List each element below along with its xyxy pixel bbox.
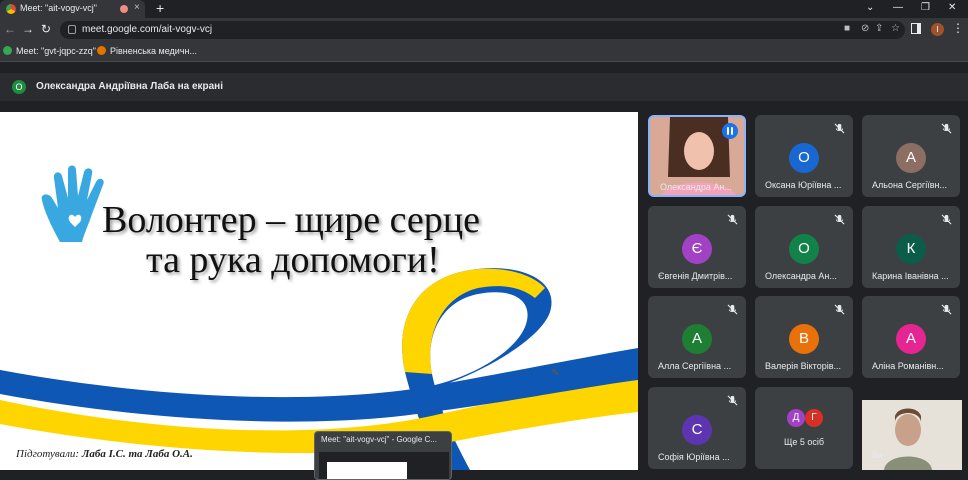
shared-screen-slide[interactable]: Волонтер – щире серце та рука допомоги! … (0, 112, 638, 470)
preview-thumbnail (319, 452, 449, 479)
preview-slide-thumbnail (327, 462, 407, 479)
participant-avatar: А (896, 143, 926, 173)
browser-toolbar: ← → ↻ meet.google.com/ait-vogv-vcj ■ ⊘ ⇪… (0, 18, 968, 42)
participant-name: Альона Сергіївн... (872, 180, 947, 190)
meet-favicon-icon (6, 4, 16, 14)
speaking-indicator-icon (722, 123, 738, 139)
participant-name: Софія Юріївна ... (658, 452, 730, 462)
camera-icon[interactable]: ■ (844, 23, 850, 34)
mic-off-icon (834, 214, 845, 225)
mic-off-icon (727, 395, 738, 406)
slide-title-line-2: та рука допомоги! (146, 239, 440, 281)
mouse-cursor-icon: ⬉ (551, 367, 560, 378)
url-text: meet.google.com/ait-vogv-vcj (82, 24, 213, 35)
participant-name: Олександра Ан... (660, 182, 732, 192)
tab-title: Meet: "ait-vogv-vcj" (20, 3, 97, 13)
participant-avatar: С (682, 415, 712, 445)
footer-label: Підготували: (16, 448, 80, 460)
participant-tile[interactable]: Олександра Ан... (648, 115, 746, 197)
participant-avatar: О (789, 143, 819, 173)
participant-tile[interactable]: О Олександра Ан... (755, 206, 853, 288)
minimize-button[interactable]: — (893, 2, 903, 13)
share-icon[interactable]: ⇪ (875, 23, 883, 34)
maximize-button[interactable]: ❐ (921, 2, 930, 13)
participant-tile[interactable]: А Альона Сергіївн... (862, 115, 960, 197)
lock-icon (68, 25, 76, 34)
new-tab-button[interactable]: + (156, 0, 164, 16)
participant-avatar: Г (805, 409, 823, 427)
tab-search-icon[interactable]: ⌄ (866, 2, 874, 13)
mic-off-icon (941, 304, 952, 315)
participant-avatar: Д (787, 409, 805, 427)
meet-window: О Олександра Андріївна Лаба на екрані Во… (0, 63, 968, 480)
bookmark-item[interactable]: Meet: "gvt-jqpc-zzq" (3, 46, 96, 56)
address-bar[interactable]: meet.google.com/ait-vogv-vcj ■ ⊘ ⇪ ☆ (60, 21, 905, 39)
self-label: Ви (872, 450, 884, 460)
forward-button[interactable]: → (22, 22, 34, 36)
back-button[interactable]: ← (4, 22, 16, 36)
mic-off-icon (941, 123, 952, 134)
more-participants-label: Ще 5 осіб (783, 437, 825, 447)
more-participants-tile[interactable]: Д Г Ще 5 осіб (755, 387, 853, 469)
mic-off-icon (727, 304, 738, 315)
browser-tab[interactable]: Meet: "ait-vogv-vcj" × (0, 0, 145, 18)
block-icon[interactable]: ⊘ (861, 23, 869, 34)
presenter-avatar: О (12, 80, 26, 94)
footer-names: Лаба І.С. та Лаба О.А. (81, 448, 193, 460)
participant-tile[interactable]: Є Євгенія Дмитрів... (648, 206, 746, 288)
bookmark-label: Рівненська медичн... (110, 46, 197, 56)
mic-off-icon (834, 123, 845, 134)
mic-off-icon (834, 304, 845, 315)
presenting-label: Олександра Андріївна Лаба на екрані (36, 81, 223, 92)
participant-avatar: В (789, 324, 819, 354)
participant-tile[interactable]: К Карина Іванівна ... (862, 206, 960, 288)
slide-title-line-1: Волонтер – щире серце (102, 199, 480, 241)
participant-name: Оксана Юріївна ... (765, 180, 842, 190)
side-panel-icon[interactable] (911, 23, 921, 34)
mic-off-icon (727, 214, 738, 225)
site-bookmark-icon (97, 46, 106, 55)
participant-name: Олександра Ан... (765, 271, 837, 281)
recording-indicator-icon (120, 5, 128, 13)
tab-strip: Meet: "ait-vogv-vcj" × + ⌄ — ❐ ✕ (0, 0, 968, 18)
self-view-tile[interactable]: Ви (862, 400, 962, 470)
slide-footer: Підготували: Лаба І.С. та Лаба О.А. (16, 448, 193, 460)
participant-avatar: О (789, 234, 819, 264)
mic-off-icon (941, 214, 952, 225)
bookmarks-bar: Meet: "gvt-jqpc-zzq" Рівненська медичн..… (0, 42, 968, 62)
preview-title: Meet: "ait-vogv-vcj" - Google C... (321, 435, 437, 444)
meet-bookmark-icon (3, 46, 12, 55)
presenting-banner: О Олександра Андріївна Лаба на екрані (0, 73, 968, 101)
reload-button[interactable]: ↻ (41, 22, 51, 36)
participant-name: Алла Сергіївна ... (658, 361, 732, 371)
participant-avatar: К (896, 234, 926, 264)
participant-avatar: Є (682, 234, 712, 264)
bookmark-label: Meet: "gvt-jqpc-zzq" (16, 46, 96, 56)
participant-tile[interactable]: В Валерія Вікторів... (755, 296, 853, 378)
browser-menu-icon[interactable]: ⋮ (952, 21, 964, 35)
bookmark-item[interactable]: Рівненська медичн... (97, 46, 197, 56)
participant-name: Аліна Романівн... (872, 361, 944, 371)
star-icon[interactable]: ☆ (891, 23, 900, 34)
participant-name: Євгенія Дмитрів... (658, 271, 733, 281)
close-window-button[interactable]: ✕ (948, 2, 956, 13)
participant-tile[interactable]: С Софія Юріївна ... (648, 387, 746, 469)
participant-tile[interactable]: А Алла Сергіївна ... (648, 296, 746, 378)
participant-name: Валерія Вікторів... (765, 361, 841, 371)
participant-avatar: А (682, 324, 712, 354)
participant-tile[interactable]: О Оксана Юріївна ... (755, 115, 853, 197)
participant-avatar: А (896, 324, 926, 354)
participant-tile[interactable]: А Аліна Романівн... (862, 296, 960, 378)
profile-avatar[interactable]: І (931, 23, 944, 36)
participant-name: Карина Іванівна ... (872, 271, 949, 281)
tab-close-icon[interactable]: × (134, 2, 140, 13)
taskbar-window-preview[interactable]: Meet: "ait-vogv-vcj" - Google C... (314, 431, 452, 480)
